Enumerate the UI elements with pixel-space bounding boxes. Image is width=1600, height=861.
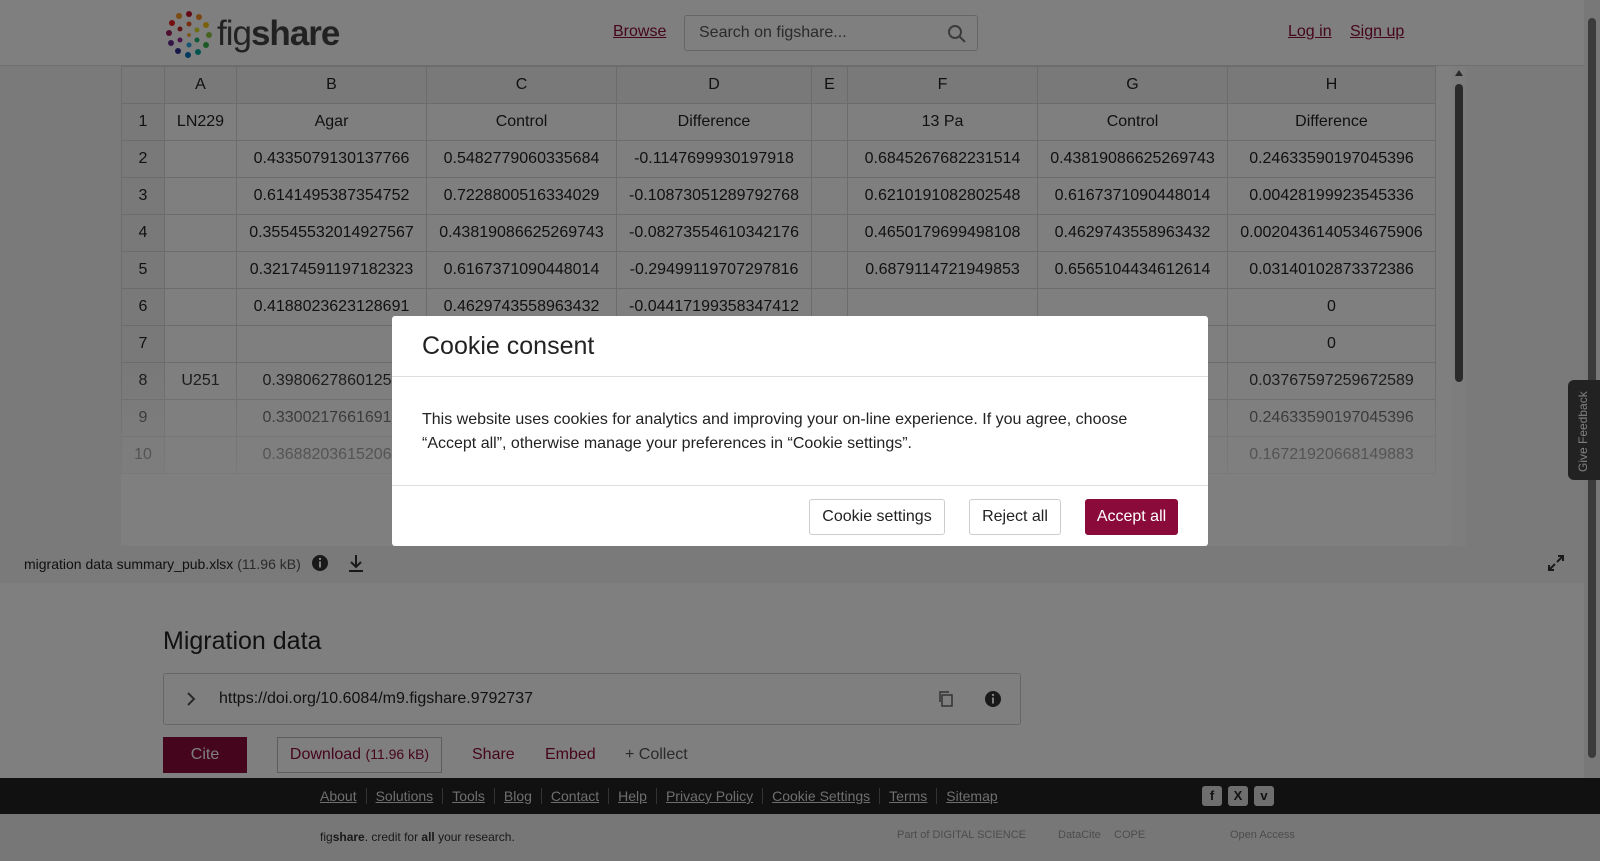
dialog-title: Cookie consent	[422, 332, 595, 360]
divider	[392, 376, 1208, 377]
divider	[392, 485, 1208, 486]
dialog-body: This website uses cookies for analytics …	[422, 411, 1128, 452]
accept-all-button[interactable]: Accept all	[1085, 499, 1178, 535]
cookie-settings-button[interactable]: Cookie settings	[809, 499, 945, 535]
cookie-consent-dialog: Cookie consent This website uses cookies…	[392, 316, 1208, 546]
reject-all-button[interactable]: Reject all	[969, 499, 1061, 535]
